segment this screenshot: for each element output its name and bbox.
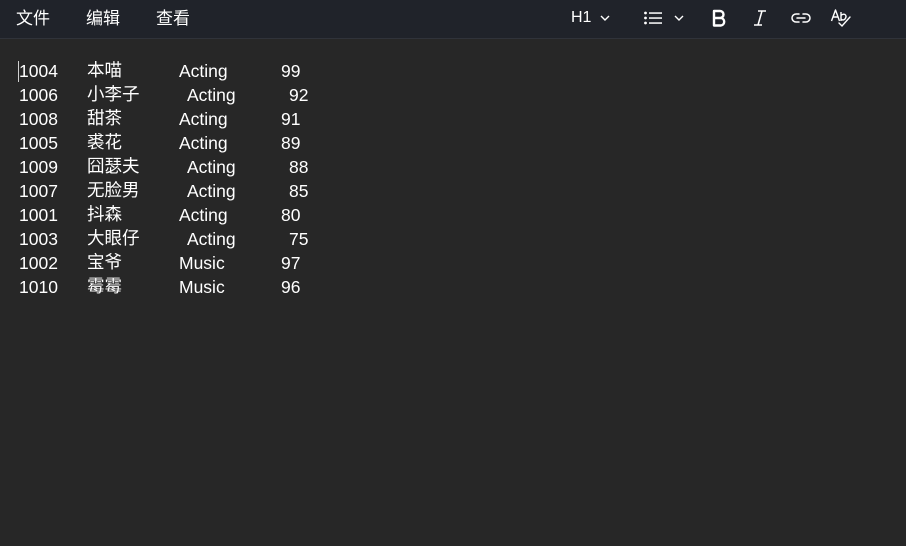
bold-button[interactable] — [711, 6, 727, 30]
line-name: 本喵 — [87, 61, 122, 81]
line-category: Acting — [179, 61, 228, 81]
line-category: Acting — [179, 109, 228, 129]
line-id: 1001 — [19, 205, 58, 225]
line-id: 1006 — [19, 85, 58, 105]
line-score: 92 — [289, 85, 309, 105]
line-score: 88 — [289, 157, 309, 177]
chevron-down-icon — [599, 12, 611, 24]
line-name: 宝爷 — [87, 253, 122, 273]
line-category: Acting — [187, 157, 236, 177]
line-score: 91 — [281, 109, 301, 129]
italic-button[interactable] — [752, 6, 768, 30]
line-name: 小李子 — [87, 85, 140, 105]
italic-icon — [752, 9, 768, 27]
line-id: 1010 — [19, 277, 58, 297]
menu-view[interactable]: 查看 — [156, 8, 190, 30]
link-icon — [790, 11, 812, 25]
line-id: 1002 — [19, 253, 58, 273]
line-category: Acting — [187, 229, 236, 249]
line-name: 裘花 — [87, 133, 122, 153]
line-id: 1004 — [19, 61, 58, 81]
chevron-down-icon — [673, 12, 685, 24]
line-score: 99 — [281, 61, 301, 81]
line-score: 85 — [289, 181, 309, 201]
heading-level-label: H1 — [571, 9, 592, 26]
line-score: 89 — [281, 133, 301, 153]
line-score: 96 — [281, 277, 301, 297]
menu-edit[interactable]: 编辑 — [86, 8, 120, 30]
line-category: Acting — [179, 205, 228, 225]
line-score: 97 — [281, 253, 301, 273]
line-name: 囧瑟夫 — [87, 157, 140, 177]
spellcheck-button[interactable] — [830, 6, 852, 30]
line-category: Acting — [187, 85, 236, 105]
line-category: Acting — [179, 133, 228, 153]
line-name: 甜茶 — [87, 109, 122, 129]
bullet-list-icon — [643, 10, 663, 26]
line-name: 无脸男 — [87, 181, 140, 201]
line-id: 1008 — [19, 109, 58, 129]
top-toolbar: 文件 编辑 查看 H1 — [0, 0, 906, 39]
heading-dropdown[interactable]: H1 — [571, 6, 611, 30]
line-id: 1005 — [19, 133, 58, 153]
menu-file[interactable]: 文件 — [16, 8, 50, 30]
list-dropdown[interactable] — [643, 6, 685, 30]
line-id: 1003 — [19, 229, 58, 249]
line-category: Acting — [187, 181, 236, 201]
line-name: 抖森 — [87, 205, 122, 225]
line-score: 80 — [281, 205, 301, 225]
spellcheck-icon — [830, 8, 852, 28]
line-name: 霉霉 — [87, 277, 122, 297]
line-id: 1007 — [19, 181, 58, 201]
line-category: Music — [179, 277, 225, 297]
bold-icon — [711, 9, 727, 27]
text-editor-area[interactable] — [0, 39, 906, 546]
line-category: Music — [179, 253, 225, 273]
link-button[interactable] — [790, 6, 812, 30]
line-name: 大眼仔 — [87, 229, 140, 249]
line-score: 75 — [289, 229, 309, 249]
line-id: 1009 — [19, 157, 58, 177]
